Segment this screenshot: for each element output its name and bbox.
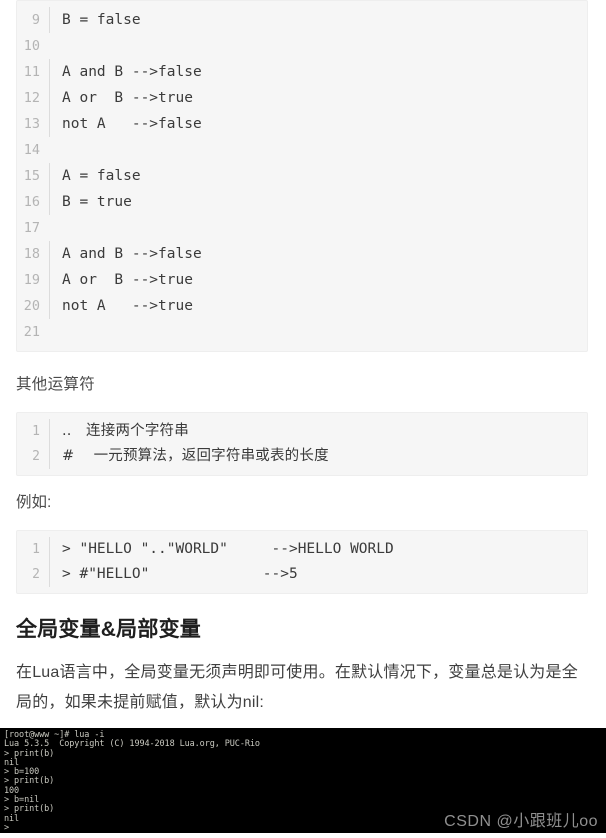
line-number: 12 — [23, 90, 40, 106]
code-line: 9 B = false — [17, 7, 587, 33]
code-line-text: > "HELLO ".."WORLD" -->HELLO WORLD — [49, 537, 587, 562]
code-line: 17 — [17, 215, 587, 241]
line-number: 2 — [32, 449, 40, 464]
line-number: 9 — [31, 12, 40, 28]
terminal-line: > b=nil — [4, 795, 40, 806]
section-paragraph-variables: 在Lua语言中，全局变量无须声明即可使用。在默认情况下，变量总是认为是全局的，如… — [16, 664, 578, 711]
terminal-line: Lua 5.3.5 Copyright (C) 1994-2018 Lua.or… — [4, 739, 260, 750]
line-number: 15 — [23, 168, 40, 184]
code-line-text: .. 连接两个字符串 — [49, 419, 587, 444]
code-block-boolean-operators[interactable]: 9 B = false 10 11 A and B -->false 12 A … — [16, 0, 588, 352]
code-line-text: A and B -->false — [49, 241, 587, 267]
line-number: 14 — [23, 142, 40, 158]
terminal-screenshot: [root@www ~]# lua -i Lua 5.3.5 Copyright… — [0, 728, 606, 834]
code-line: 19 A or B -->true — [17, 267, 587, 293]
code-line: 18 A and B -->false — [17, 241, 587, 267]
code-line: 11 A and B -->false — [17, 59, 587, 85]
line-number: 1 — [32, 542, 40, 557]
line-number: 13 — [23, 116, 40, 132]
example-label: 例如: — [16, 494, 52, 511]
code-line: 1 .. 连接两个字符串 — [17, 419, 587, 444]
section-heading-variables: 全局变量&局部变量 — [16, 618, 201, 641]
code-line-text: B = true — [49, 189, 587, 215]
code-line-text: A = false — [49, 163, 587, 189]
code-block-string-examples[interactable]: 1 > "HELLO ".."WORLD" -->HELLO WORLD 2 >… — [16, 530, 588, 594]
article-page: 9 B = false 10 11 A and B -->false 12 A … — [0, 0, 606, 838]
code-line: 2 # 一元预算法，返回字符串或表的长度 — [17, 444, 587, 469]
terminal-line: > print(b) — [4, 748, 55, 759]
line-number: 18 — [23, 246, 40, 262]
code-line-text: A and B -->false — [49, 59, 587, 85]
line-number: 21 — [23, 324, 40, 340]
code-line-text: A or B -->true — [49, 85, 587, 111]
terminal-line: 100 — [4, 785, 20, 796]
code-line: 15 A = false — [17, 163, 587, 189]
code-line: 1 > "HELLO ".."WORLD" -->HELLO WORLD — [17, 537, 587, 562]
code-line: 21 — [17, 319, 587, 345]
terminal-line: > — [4, 822, 10, 833]
terminal-line: > print(b) — [4, 804, 55, 815]
terminal-line: nil — [4, 813, 20, 824]
terminal-line: nil — [4, 757, 20, 768]
code-line-text: A or B -->true — [49, 267, 587, 293]
line-number: 20 — [23, 298, 40, 314]
code-line-text: not A -->false — [49, 111, 587, 137]
line-number: 2 — [32, 567, 40, 582]
code-line: 2 > #"HELLO" -->5 — [17, 562, 587, 587]
line-number: 11 — [23, 64, 40, 80]
code-line-text: not A -->true — [49, 293, 587, 319]
terminal-line: > print(b) — [4, 776, 55, 787]
terminal-line: > b=100 — [4, 767, 40, 778]
line-number: 17 — [23, 220, 40, 236]
code-line: 10 — [17, 33, 587, 59]
line-number: 1 — [32, 424, 40, 439]
code-line: 13 not A -->false — [17, 111, 587, 137]
code-line: 16 B = true — [17, 189, 587, 215]
code-block-other-operators[interactable]: 1 .. 连接两个字符串 2 # 一元预算法，返回字符串或表的长度 — [16, 412, 588, 476]
code-line: 12 A or B -->true — [17, 85, 587, 111]
code-line-text: B = false — [49, 7, 587, 33]
section-heading-other-operators: 其他运算符 — [16, 376, 96, 393]
line-number: 10 — [23, 38, 40, 54]
code-line: 14 — [17, 137, 587, 163]
line-number: 16 — [23, 194, 40, 210]
code-line-text: > #"HELLO" -->5 — [49, 562, 587, 587]
code-line-text: # 一元预算法，返回字符串或表的长度 — [49, 444, 587, 469]
code-line: 20 not A -->true — [17, 293, 587, 319]
line-number: 19 — [23, 272, 40, 288]
